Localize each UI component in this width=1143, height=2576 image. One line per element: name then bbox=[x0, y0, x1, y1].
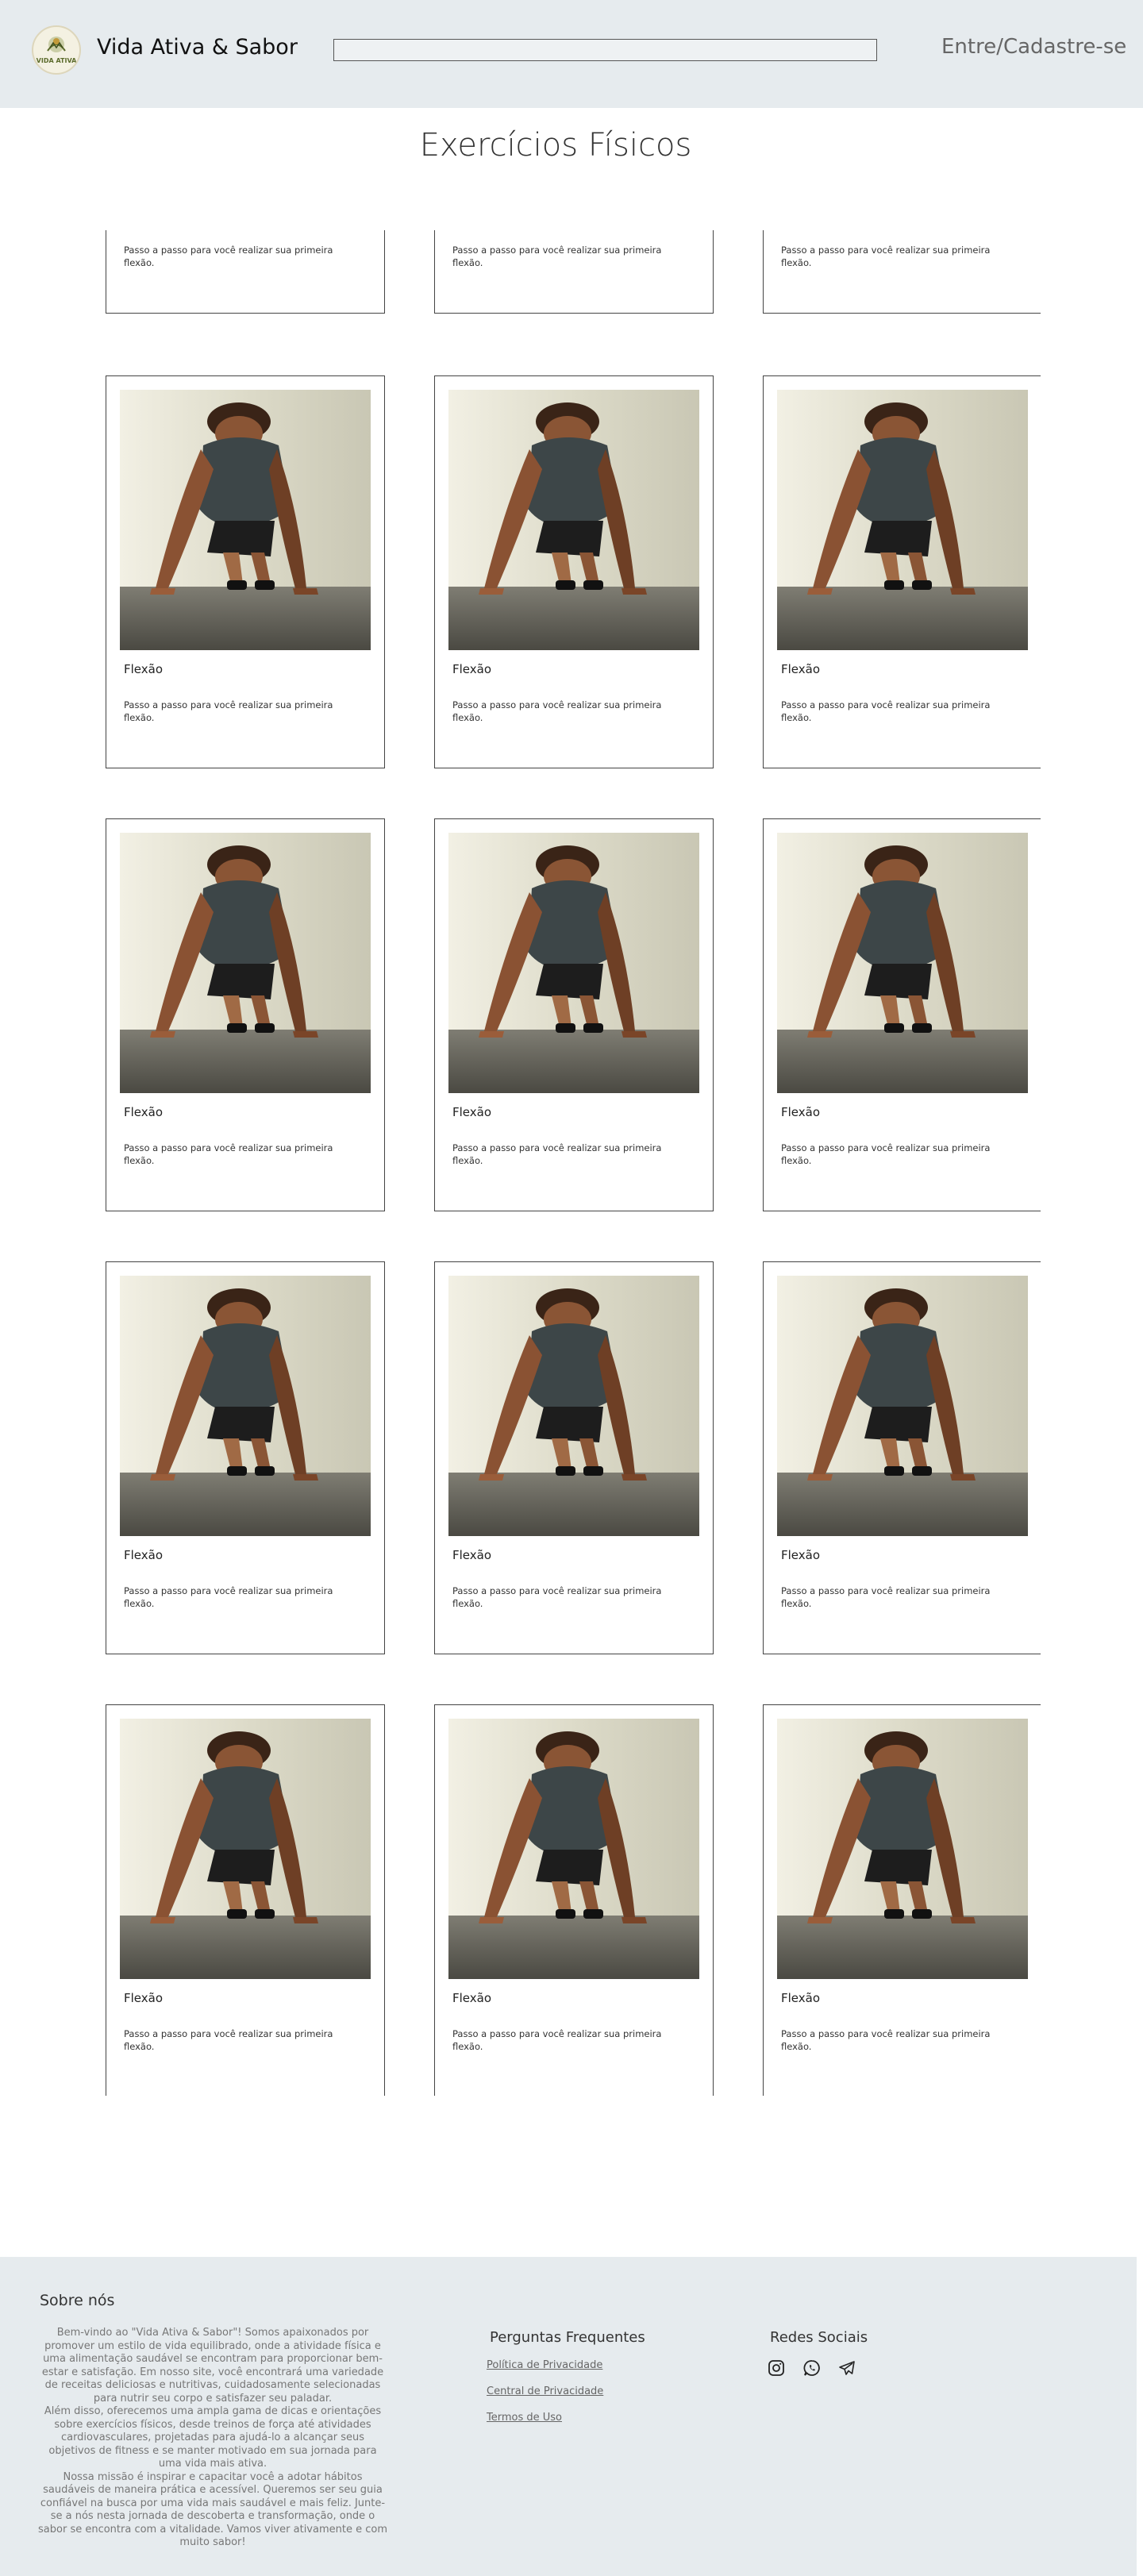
card-row: Flexão Passo a passo para você realizar … bbox=[106, 230, 1041, 314]
pushup-photo bbox=[120, 1719, 371, 1979]
exercise-card[interactable]: Flexão Passo a passo para você realizar … bbox=[106, 1261, 385, 1654]
social-title: Redes Sociais bbox=[770, 2329, 868, 2346]
site-footer: Sobre nós Bem-vindo ao "Vida Ativa & Sab… bbox=[0, 2257, 1137, 2576]
exercise-card[interactable]: Flexão Passo a passo para você realizar … bbox=[106, 818, 385, 1211]
login-signup-link[interactable]: Entre/Cadastre-se bbox=[941, 35, 1126, 59]
pushup-photo bbox=[448, 1276, 699, 1536]
pushup-photo bbox=[448, 390, 699, 650]
exercise-description: Passo a passo para você realizar sua pri… bbox=[781, 1142, 991, 1166]
exercise-name: Flexão bbox=[781, 662, 821, 676]
privacy-center-link[interactable]: Central de Privacidade bbox=[487, 2385, 603, 2397]
exercise-description: Passo a passo para você realizar sua pri… bbox=[452, 245, 662, 268]
exercise-card[interactable]: Flexão Passo a passo para você realizar … bbox=[434, 1704, 714, 2096]
instagram-icon[interactable] bbox=[767, 2358, 786, 2378]
exercise-card[interactable]: Flexão Passo a passo para você realizar … bbox=[763, 1704, 1041, 2096]
exercise-description: Passo a passo para você realizar sua pri… bbox=[781, 245, 991, 268]
exercise-card[interactable]: Flexão Passo a passo para você realizar … bbox=[434, 230, 714, 314]
exercise-image bbox=[448, 1276, 699, 1536]
exercise-name: Flexão bbox=[452, 1991, 492, 2005]
exercise-grid: Flexão Passo a passo para você realizar … bbox=[106, 230, 1041, 2096]
page-title: Exercícios Físicos bbox=[419, 127, 692, 164]
privacy-policy-link[interactable]: Política de Privacidade bbox=[487, 2359, 602, 2371]
brand-name[interactable]: Vida Ativa & Sabor bbox=[97, 35, 298, 60]
exercise-card[interactable]: Flexão Passo a passo para você realizar … bbox=[106, 230, 385, 314]
exercise-image bbox=[777, 1276, 1028, 1536]
pushup-photo bbox=[120, 390, 371, 650]
pushup-photo bbox=[448, 833, 699, 1093]
exercise-description: Passo a passo para você realizar sua pri… bbox=[781, 2028, 991, 2052]
exercise-card[interactable]: Flexão Passo a passo para você realizar … bbox=[763, 375, 1041, 768]
exercise-card[interactable]: Flexão Passo a passo para você realizar … bbox=[434, 1261, 714, 1654]
exercise-card[interactable]: Flexão Passo a passo para você realizar … bbox=[434, 818, 714, 1211]
exercise-description: Passo a passo para você realizar sua pri… bbox=[452, 699, 662, 723]
exercise-image bbox=[777, 833, 1028, 1093]
search-input[interactable] bbox=[333, 39, 877, 61]
exercise-name: Flexão bbox=[781, 1105, 821, 1119]
exercise-card[interactable]: Flexão Passo a passo para você realizar … bbox=[763, 818, 1041, 1211]
exercise-description: Passo a passo para você realizar sua pri… bbox=[124, 699, 333, 723]
about-paragraph: Além disso, oferecemos uma ampla gama de… bbox=[44, 2405, 382, 2470]
exercise-card[interactable]: Flexão Passo a passo para você realizar … bbox=[106, 1704, 385, 2096]
exercise-image bbox=[120, 833, 371, 1093]
exercise-image bbox=[120, 390, 371, 650]
pushup-photo bbox=[777, 833, 1028, 1093]
exercise-image bbox=[448, 390, 699, 650]
exercise-card[interactable]: Flexão Passo a passo para você realizar … bbox=[434, 375, 714, 768]
about-title: Sobre nós bbox=[40, 2292, 115, 2309]
about-text: Bem-vindo ao "Vida Ativa & Sabor"! Somos… bbox=[37, 2327, 389, 2550]
exercise-image bbox=[777, 390, 1028, 650]
about-paragraph: Bem-vindo ao "Vida Ativa & Sabor"! Somos… bbox=[41, 2327, 384, 2405]
card-row: Flexão Passo a passo para você realizar … bbox=[106, 375, 1041, 768]
exercise-description: Passo a passo para você realizar sua pri… bbox=[124, 1585, 333, 1609]
site-logo[interactable]: VIDA ATIVA bbox=[32, 25, 81, 75]
exercise-description: Passo a passo para você realizar sua pri… bbox=[124, 2028, 333, 2052]
exercise-name: Flexão bbox=[124, 1548, 164, 1562]
about-paragraph: Nossa missão é inspirar e capacitar você… bbox=[38, 2470, 387, 2549]
exercise-card[interactable]: Flexão Passo a passo para você realizar … bbox=[106, 375, 385, 768]
pushup-photo bbox=[777, 390, 1028, 650]
card-row: Flexão Passo a passo para você realizar … bbox=[106, 1261, 1041, 1654]
exercise-name: Flexão bbox=[124, 1105, 164, 1119]
exercise-image bbox=[777, 1719, 1028, 1979]
terms-of-use-link[interactable]: Termos de Uso bbox=[487, 2412, 562, 2424]
exercise-name: Flexão bbox=[124, 1991, 164, 2005]
logo-text: VIDA ATIVA bbox=[36, 57, 77, 64]
exercise-description: Passo a passo para você realizar sua pri… bbox=[452, 2028, 662, 2052]
exercise-name: Flexão bbox=[781, 1991, 821, 2005]
exercise-image bbox=[448, 1719, 699, 1979]
exercise-description: Passo a passo para você realizar sua pri… bbox=[452, 1585, 662, 1609]
exercise-description: Passo a passo para você realizar sua pri… bbox=[781, 699, 991, 723]
exercise-name: Flexão bbox=[452, 1548, 492, 1562]
exercise-description: Passo a passo para você realizar sua pri… bbox=[452, 1142, 662, 1166]
exercise-card[interactable]: Flexão Passo a passo para você realizar … bbox=[763, 230, 1041, 314]
exercise-description: Passo a passo para você realizar sua pri… bbox=[124, 1142, 333, 1166]
card-row: Flexão Passo a passo para você realizar … bbox=[106, 818, 1041, 1211]
exercise-name: Flexão bbox=[781, 1548, 821, 1562]
pushup-photo bbox=[777, 1719, 1028, 1979]
card-row: Flexão Passo a passo para você realizar … bbox=[106, 1704, 1041, 2096]
exercise-image bbox=[120, 1719, 371, 1979]
exercise-image bbox=[120, 1276, 371, 1536]
site-header: VIDA ATIVA Vida Ativa & Sabor Entre/Cada… bbox=[0, 0, 1143, 108]
pushup-photo bbox=[120, 833, 371, 1093]
exercise-image bbox=[448, 833, 699, 1093]
exercise-description: Passo a passo para você realizar sua pri… bbox=[781, 1585, 991, 1609]
exercise-card[interactable]: Flexão Passo a passo para você realizar … bbox=[763, 1261, 1041, 1654]
pushup-photo bbox=[448, 1719, 699, 1979]
pushup-photo bbox=[777, 1276, 1028, 1536]
logo-emblem-icon bbox=[47, 37, 66, 52]
exercise-name: Flexão bbox=[452, 662, 492, 676]
pushup-photo bbox=[120, 1276, 371, 1536]
exercise-description: Passo a passo para você realizar sua pri… bbox=[124, 245, 333, 268]
exercise-name: Flexão bbox=[452, 1105, 492, 1119]
faq-title: Perguntas Frequentes bbox=[490, 2329, 645, 2346]
whatsapp-icon[interactable] bbox=[802, 2358, 822, 2378]
telegram-icon[interactable] bbox=[837, 2358, 856, 2378]
exercise-name: Flexão bbox=[124, 662, 164, 676]
